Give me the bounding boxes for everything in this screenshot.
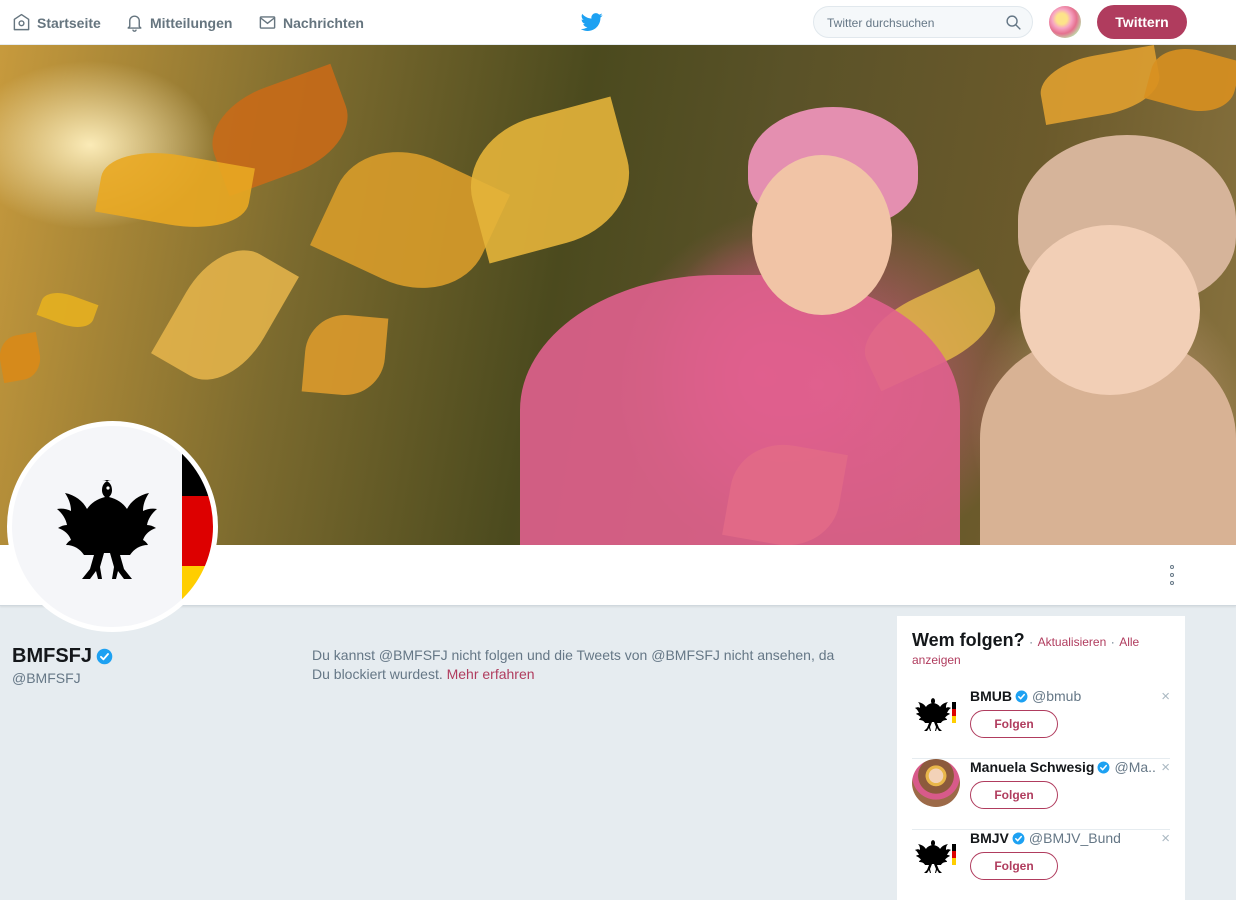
suggestion-item: BMJV @BMJV_Bund × Folgen (912, 830, 1170, 900)
home-icon (13, 13, 30, 31)
autumn-leaf (1035, 45, 1165, 125)
verified-badge-icon (1015, 690, 1028, 702)
german-flag-stripe (182, 426, 213, 627)
suggestion-handle: @bmub (1032, 688, 1082, 704)
suggestion-avatar[interactable] (912, 830, 960, 878)
eagle-logo-icon (915, 698, 956, 731)
profile-avatar[interactable] (7, 421, 218, 632)
follow-button[interactable]: Folgen (970, 781, 1058, 809)
nav-messages-label: Nachrichten (283, 14, 364, 31)
suggestion-name[interactable]: BMUB @bmub (970, 688, 1081, 704)
suggestion-avatar[interactable] (912, 688, 960, 736)
nav-home-label: Startseite (37, 14, 101, 31)
suggestion-item: BMUB @bmub × Folgen (912, 688, 1170, 759)
suggestion-name-text: Manuela Schwesig (970, 759, 1095, 775)
who-to-follow-header: Wem folgen? · Aktualisieren · Alle anzei… (912, 630, 1174, 669)
who-to-follow-title: Wem folgen? (912, 630, 1025, 650)
suggestion-name-text: BMJV (970, 830, 1009, 846)
autumn-leaf (1143, 45, 1236, 121)
envelope-icon (259, 16, 276, 29)
follow-button[interactable]: Folgen (970, 710, 1058, 738)
autumn-leaf (301, 311, 389, 399)
autumn-leaf (0, 331, 44, 384)
nav-notifications-label: Mitteilungen (150, 14, 233, 31)
more-options-icon[interactable] (1164, 565, 1180, 585)
suggestion-item: Manuela Schwesig @Ma.. × Folgen (912, 759, 1170, 830)
bell-icon (127, 15, 142, 32)
suggestion-name[interactable]: BMJV @BMJV_Bund (970, 830, 1121, 846)
dismiss-icon[interactable]: × (1161, 688, 1170, 705)
search-placeholder: Twitter durchsuchen (827, 16, 935, 30)
search-input[interactable]: Twitter durchsuchen (813, 6, 1033, 38)
suggestion-handle: @Ma.. (1114, 759, 1156, 775)
profile-handle[interactable]: @BMFSFJ (12, 670, 81, 686)
nav-home[interactable]: Startseite (12, 0, 101, 45)
eagle-logo-icon (915, 840, 956, 873)
girl-face (752, 155, 892, 315)
verified-badge-icon (96, 648, 113, 665)
suggestion-name[interactable]: Manuela Schwesig @Ma.. (970, 759, 1156, 775)
profile-avatar-image (12, 426, 213, 627)
profile-name-text: BMFSFJ (12, 645, 92, 667)
autumn-leaf (36, 286, 99, 334)
suggestion-avatar[interactable] (912, 759, 960, 807)
autumn-leaf (455, 96, 645, 264)
follow-button[interactable]: Folgen (970, 852, 1058, 880)
verified-badge-icon (1098, 761, 1110, 773)
user-avatar[interactable] (1049, 6, 1081, 38)
who-to-follow-panel: Wem folgen? · Aktualisieren · Alle anzei… (897, 616, 1185, 900)
nav-messages[interactable]: Nachrichten (258, 0, 364, 45)
baby-face (1020, 225, 1200, 395)
dismiss-icon[interactable]: × (1161, 830, 1170, 847)
verified-badge-icon (1012, 832, 1025, 844)
autumn-leaf (151, 231, 299, 399)
suggestion-name-text: BMUB (970, 688, 1012, 704)
learn-more-link[interactable]: Mehr erfahren (447, 666, 535, 682)
refresh-link[interactable]: Aktualisieren (1038, 635, 1107, 649)
tweet-button[interactable]: Twittern (1097, 5, 1187, 39)
girl-jacket (520, 275, 960, 545)
dismiss-icon[interactable]: × (1161, 759, 1170, 776)
eagle-logo-icon (57, 480, 157, 579)
blocked-message-text: Du kannst @BMFSFJ nicht folgen und die T… (312, 647, 835, 682)
blocked-message: Du kannst @BMFSFJ nicht folgen und die T… (312, 646, 852, 684)
separator: · (1029, 635, 1034, 649)
twitter-bird-icon[interactable] (581, 11, 603, 33)
nav-notifications[interactable]: Mitteilungen (125, 0, 232, 45)
top-navigation-bar: Startseite Mitteilungen Nachrichten Twit… (0, 0, 1236, 45)
profile-name[interactable]: BMFSFJ (12, 645, 113, 668)
search-icon[interactable] (1005, 14, 1022, 31)
separator: · (1110, 635, 1115, 649)
suggestion-handle: @BMJV_Bund (1028, 830, 1121, 846)
